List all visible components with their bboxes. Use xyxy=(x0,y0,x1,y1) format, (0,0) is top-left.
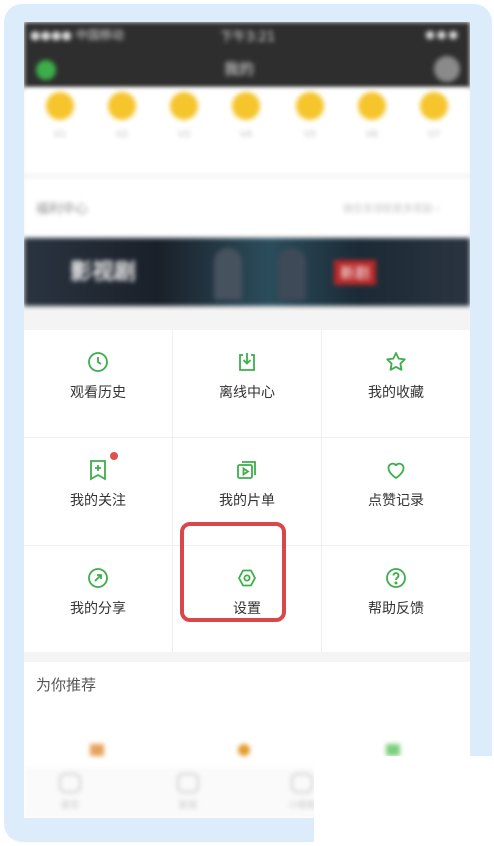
home-icon xyxy=(59,773,81,793)
level-item[interactable]: V4 xyxy=(228,92,264,140)
level-label: V2 xyxy=(116,130,128,140)
level-label: V1 xyxy=(54,130,66,140)
help-icon xyxy=(384,566,408,590)
coin-icon xyxy=(296,92,324,120)
carrier-text: ●●●● 中国移动 xyxy=(30,28,124,42)
corner-cutout xyxy=(314,756,494,846)
menu-label: 我的收藏 xyxy=(368,385,424,401)
menu-following[interactable]: 我的关注 xyxy=(24,438,172,545)
level-item[interactable]: V7 xyxy=(416,92,452,140)
download-icon xyxy=(235,350,259,374)
coin-icon xyxy=(170,92,198,120)
level-item[interactable]: V2 xyxy=(104,92,140,140)
tab-videos[interactable]: 影视 xyxy=(158,773,218,811)
level-label: V4 xyxy=(240,130,252,140)
banner-figure xyxy=(214,248,242,300)
recommend-item-icon[interactable] xyxy=(90,744,104,756)
battery-indicator: ●●● xyxy=(425,28,460,41)
coin-icon xyxy=(46,92,74,120)
banner-figure xyxy=(278,248,306,300)
recommend-item-icon[interactable] xyxy=(386,744,400,756)
menu-label: 离线中心 xyxy=(219,385,275,401)
menu-help-feedback[interactable]: 帮助反馈 xyxy=(322,546,470,653)
page-title: 我的 xyxy=(224,60,255,78)
bookmark-plus-icon xyxy=(86,452,118,482)
menu-label: 帮助反馈 xyxy=(368,601,424,617)
settings-highlight-box xyxy=(180,522,286,622)
menu-label: 我的分享 xyxy=(70,601,126,617)
app-logo-icon[interactable] xyxy=(36,60,56,80)
level-item[interactable]: V3 xyxy=(166,92,202,140)
clock-icon xyxy=(86,350,110,374)
menu-label: 点赞记录 xyxy=(368,493,424,509)
notification-dot xyxy=(110,452,118,460)
tab-label: 影视 xyxy=(178,801,197,811)
playlist-icon xyxy=(235,458,259,482)
menu-favorites[interactable]: 我的收藏 xyxy=(322,330,470,437)
menu-label: 我的片单 xyxy=(219,493,275,509)
banner-text-left: 影视剧 xyxy=(70,260,137,285)
banner-text-right: 新剧 xyxy=(334,260,377,285)
tab-home[interactable]: 首页 xyxy=(40,773,100,811)
level-label: V3 xyxy=(178,130,190,140)
menu-watch-history[interactable]: 观看历史 xyxy=(24,330,172,437)
coin-icon xyxy=(420,92,448,120)
promo-banner[interactable]: 影视剧 新剧 xyxy=(24,238,470,306)
menu-share[interactable]: 我的分享 xyxy=(24,546,172,653)
clock-text: 下午3:21 xyxy=(220,30,276,45)
coin-icon xyxy=(358,92,386,120)
menu-offline-center[interactable]: 离线中心 xyxy=(173,330,321,437)
recommend-title: 为你推荐 xyxy=(36,676,97,694)
avatar[interactable] xyxy=(434,56,460,82)
film-icon xyxy=(177,773,199,793)
menu-label: 我的关注 xyxy=(70,493,126,509)
video-icon xyxy=(291,773,313,793)
coin-icon xyxy=(232,92,260,120)
level-label: V6 xyxy=(366,130,378,140)
coin-icon xyxy=(108,92,136,120)
menu-likes[interactable]: 点赞记录 xyxy=(322,438,470,545)
level-strip: V1 V2 V3 V4 V5 V6 V7 xyxy=(24,88,470,174)
phone-screen: ●●●● 中国移动 下午3:21 ●●● 我的 V1 V2 V3 V4 V5 V… xyxy=(24,22,470,818)
recommend-item-icon[interactable] xyxy=(238,744,250,756)
member-center-title: 福利中心 xyxy=(36,202,89,217)
heart-icon xyxy=(384,458,408,482)
tab-label: 首页 xyxy=(60,801,79,811)
menu-label: 观看历史 xyxy=(70,385,126,401)
member-center-row[interactable]: 福利中心 做任务领取更多奖励 › xyxy=(24,178,470,238)
share-icon xyxy=(86,566,110,590)
level-label: V7 xyxy=(428,130,440,140)
level-item[interactable]: V1 xyxy=(42,92,78,140)
level-item[interactable]: V5 xyxy=(292,92,328,140)
level-label: V5 xyxy=(304,130,316,140)
level-item[interactable]: V6 xyxy=(354,92,390,140)
top-bar: ●●●● 中国移动 下午3:21 ●●● 我的 xyxy=(24,22,470,88)
star-icon xyxy=(384,350,408,374)
member-center-subtitle: 做任务领取更多奖励 › xyxy=(342,204,440,215)
